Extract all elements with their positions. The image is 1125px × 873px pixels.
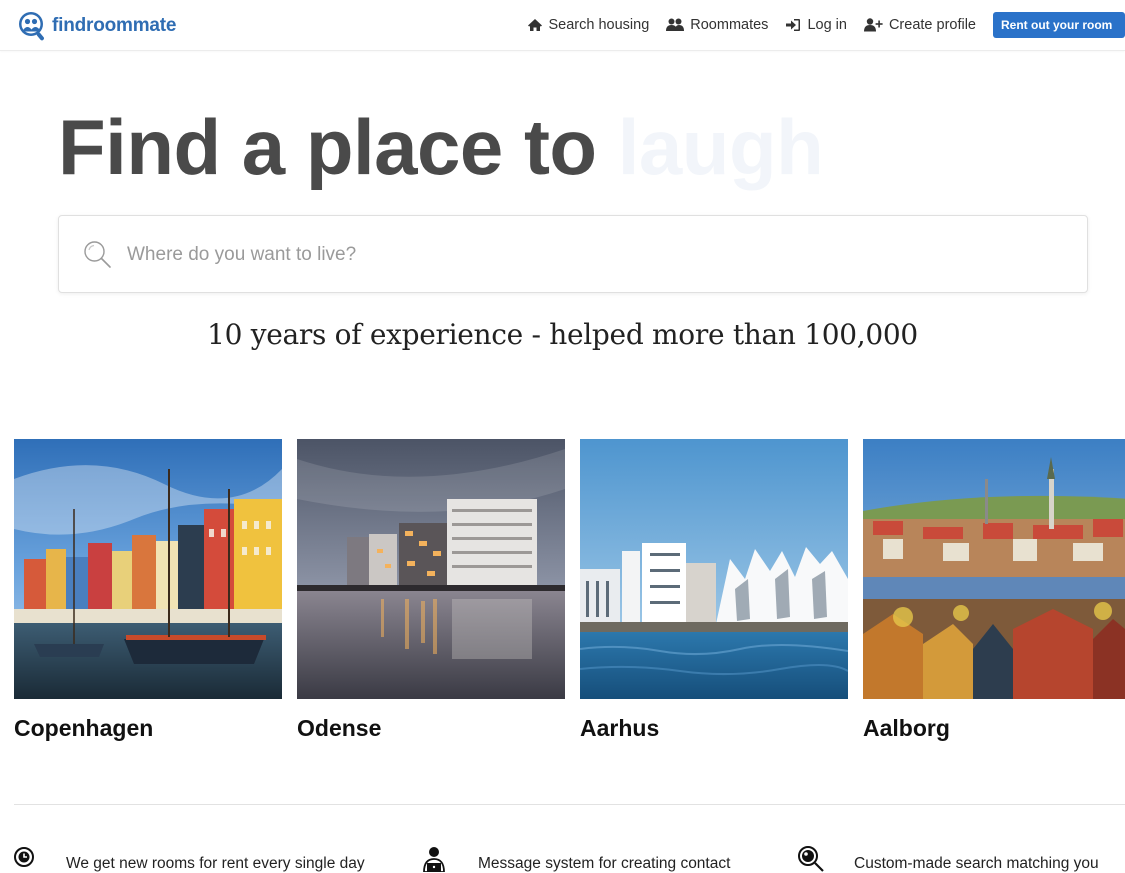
location-search-box[interactable] bbox=[58, 215, 1088, 293]
city-card-copenhagen[interactable]: Copenhagen bbox=[14, 439, 282, 742]
hero-title-prefix: Find a place to bbox=[58, 103, 597, 191]
nav-create-profile[interactable]: Create profile bbox=[864, 17, 976, 33]
hero-heading: Find a place to laugh bbox=[58, 102, 823, 192]
experience-tagline: 10 years of experience - helped more tha… bbox=[0, 318, 1125, 351]
search-icon bbox=[83, 240, 113, 270]
city-card-aalborg[interactable]: Aalborg bbox=[863, 439, 1125, 742]
nav-login-label: Log in bbox=[807, 17, 847, 33]
top-navbar: findroommate Search housing Roommates Lo… bbox=[0, 0, 1125, 51]
city-card-odense[interactable]: Odense bbox=[297, 439, 565, 742]
clock-icon bbox=[14, 846, 54, 872]
nav-roommates[interactable]: Roommates bbox=[666, 17, 768, 33]
nav-roommates-label: Roommates bbox=[690, 17, 768, 33]
city-name: Aarhus bbox=[580, 715, 848, 742]
hero-rotating-word: laugh bbox=[618, 103, 824, 191]
feature-new-rooms-text: We get new rooms for rent every single d… bbox=[66, 855, 365, 873]
feature-custom-search-text: Custom-made search matching you bbox=[854, 855, 1099, 873]
sign-in-icon bbox=[785, 18, 801, 32]
feature-message-system: Message system for creating contact bbox=[418, 846, 730, 873]
logo-icon bbox=[18, 11, 46, 41]
city-name: Copenhagen bbox=[14, 715, 282, 742]
nav-login[interactable]: Log in bbox=[785, 17, 847, 33]
location-search-input[interactable] bbox=[125, 236, 1059, 274]
aarhus-image bbox=[580, 439, 848, 699]
city-name: Aalborg bbox=[863, 715, 1125, 742]
brand-name: findroommate bbox=[52, 15, 176, 37]
aalborg-image bbox=[863, 439, 1125, 699]
house-icon bbox=[527, 18, 543, 32]
city-name: Odense bbox=[297, 715, 565, 742]
users-icon bbox=[666, 18, 684, 32]
magnifier-icon bbox=[796, 846, 840, 872]
rent-out-room-button[interactable]: Rent out your room bbox=[993, 12, 1125, 38]
section-divider bbox=[14, 804, 1125, 805]
main-nav: Search housing Roommates Log in bbox=[527, 12, 1125, 38]
feature-message-system-text: Message system for creating contact bbox=[478, 855, 730, 873]
city-card-aarhus[interactable]: Aarhus bbox=[580, 439, 848, 742]
nav-create-profile-label: Create profile bbox=[889, 17, 976, 33]
odense-image bbox=[297, 439, 565, 699]
user-plus-icon bbox=[864, 18, 883, 32]
feature-new-rooms: We get new rooms for rent every single d… bbox=[14, 846, 365, 873]
nav-search-housing-label: Search housing bbox=[549, 17, 650, 33]
brand-logo-link[interactable]: findroommate bbox=[18, 11, 176, 41]
person-laptop-icon bbox=[418, 846, 462, 872]
copenhagen-image bbox=[14, 439, 282, 699]
nav-search-housing[interactable]: Search housing bbox=[527, 17, 650, 33]
feature-custom-search: Custom-made search matching you bbox=[796, 846, 1099, 873]
